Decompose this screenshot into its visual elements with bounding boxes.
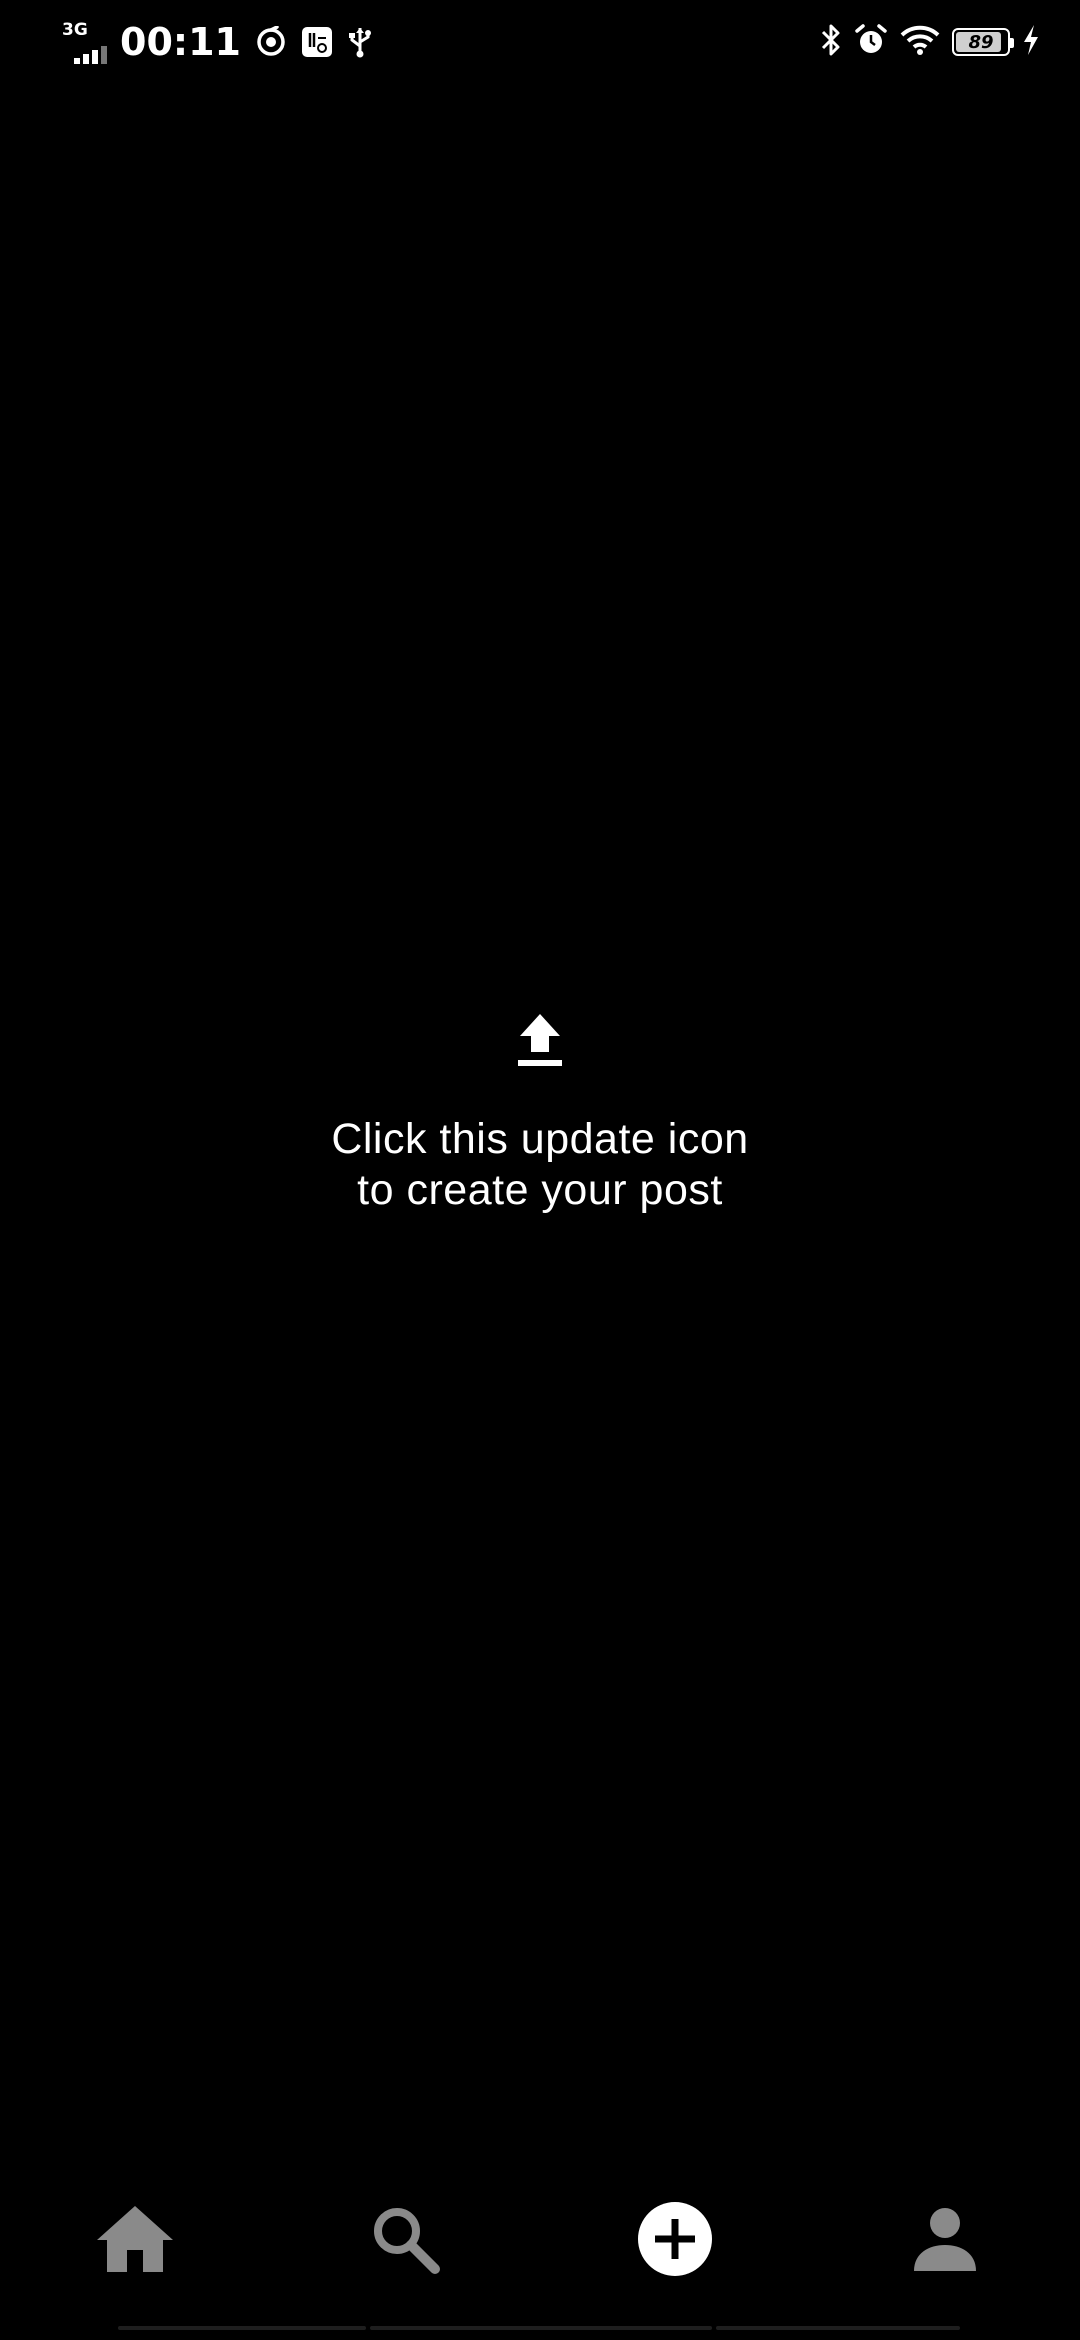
- bluetooth-icon: [820, 23, 842, 61]
- nav-profile-button[interactable]: [900, 2196, 990, 2286]
- battery-level: 89: [968, 31, 994, 53]
- nav-search-button[interactable]: [360, 2196, 450, 2286]
- network-type-label: 3G: [62, 20, 88, 40]
- status-bar: 3G 00:11 89: [0, 0, 1080, 84]
- sync-icon: [255, 26, 287, 58]
- profile-icon: [913, 2207, 977, 2275]
- upload-icon: [516, 1010, 564, 1068]
- empty-message-line1: Click this update icon: [331, 1115, 749, 1163]
- add-post-icon: [637, 2201, 713, 2281]
- gesture-bar: [0, 2326, 1080, 2340]
- charging-icon: [1022, 24, 1040, 60]
- status-right: 89: [820, 22, 1040, 62]
- battery-icon: 89: [952, 28, 1014, 56]
- empty-message-line2: to create your post: [357, 1166, 723, 1214]
- empty-state: Click this update icon to create your po…: [0, 1010, 1080, 1216]
- status-time: 00:11: [120, 20, 241, 64]
- usb-icon: [347, 26, 373, 58]
- wifi-icon: [900, 24, 940, 60]
- empty-message: Click this update icon to create your po…: [0, 1114, 1080, 1216]
- alarm-icon: [854, 23, 888, 61]
- screen: 3G 00:11 89 Click this update icon to cr…: [0, 0, 1080, 2340]
- bottom-nav: [0, 2196, 1080, 2286]
- search-icon: [369, 2203, 441, 2279]
- status-left: 3G 00:11: [62, 18, 373, 66]
- nav-home-button[interactable]: [90, 2196, 180, 2286]
- nav-add-post-button[interactable]: [630, 2196, 720, 2286]
- cellular-signal-icon: 3G: [62, 20, 112, 64]
- image-app-icon: [301, 26, 333, 58]
- home-icon: [95, 2204, 175, 2278]
